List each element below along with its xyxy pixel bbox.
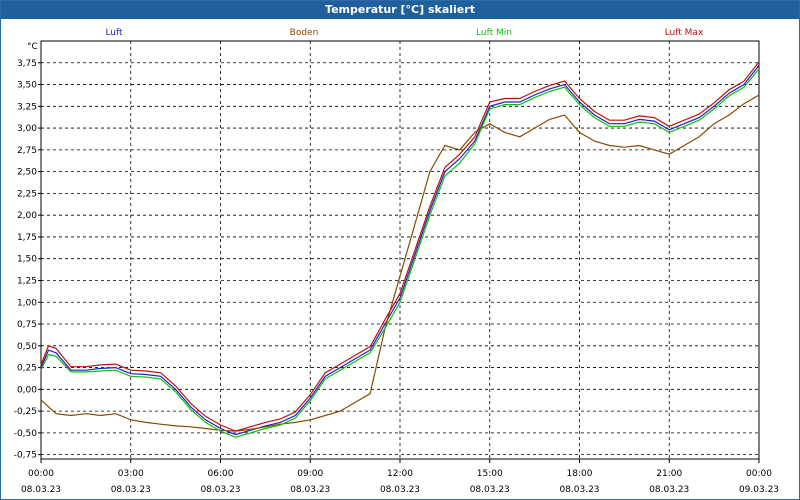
x-tick-time-label: 12:00 [387, 469, 413, 479]
y-tick-label: 0,75 [17, 320, 37, 330]
y-tick-label: -0,25 [14, 407, 37, 417]
x-tick-time-label: 15:00 [477, 469, 503, 479]
y-tick-label: 2,50 [17, 168, 37, 178]
x-tick-time-label: 18:00 [567, 469, 593, 479]
y-axis-unit-label: °C [27, 42, 38, 52]
x-tick-date-label: 08.03.23 [559, 485, 599, 495]
y-tick-label: 3,25 [17, 102, 37, 112]
x-tick-date-label: 08.03.23 [200, 485, 240, 495]
y-tick-label: 0,25 [17, 364, 37, 374]
legend-entry-boden: Boden [290, 28, 319, 38]
x-tick-date-label: 08.03.23 [380, 485, 420, 495]
x-tick-date-label: 08.03.23 [649, 485, 689, 495]
y-tick-label: 3,00 [17, 124, 37, 134]
legend-entry-luft: Luft [105, 28, 123, 38]
x-tick-date-label: 08.03.23 [111, 485, 151, 495]
y-tick-label: 2,00 [17, 211, 37, 221]
legend-entry-luft-min: Luft Min [476, 28, 512, 38]
y-tick-label: -0,75 [14, 451, 37, 461]
x-tick-date-label: 09.03.23 [739, 485, 779, 495]
y-tick-label: 1,75 [17, 233, 37, 243]
chart-canvas: -0,75 -0,50 -0,25 0,00 0,25 0,50 0,75 1,00 1,25 1… [14, 28, 779, 495]
y-tick-label: 3,50 [17, 81, 37, 91]
y-tick-label: -0,50 [14, 429, 38, 439]
y-tick-label: 1,00 [17, 298, 37, 308]
legend-entry-luft-max: Luft Max [665, 28, 704, 38]
chart-window: Temperatur [°C] skaliert -0,75 -0,50 -0,25… [0, 0, 800, 500]
x-tick-date-label: 08.03.23 [290, 485, 330, 495]
y-tick-label: 1,25 [17, 276, 37, 286]
x-tick-time-label: 21:00 [656, 469, 682, 479]
y-tick-label: 0,50 [17, 342, 37, 352]
x-tick-time-label: 00:00 [28, 469, 54, 479]
x-tick-time-label: 06:00 [208, 469, 234, 479]
y-tick-label: 2,25 [17, 189, 37, 199]
x-tick-date-label: 08.03.23 [21, 485, 61, 495]
x-tick-time-label: 03:00 [118, 469, 144, 479]
y-tick-label: 2,75 [17, 146, 37, 156]
y-tick-label: 0,00 [17, 385, 37, 395]
chart-title: Temperatur [°C] skaliert [1, 1, 799, 19]
x-tick-date-label: 08.03.23 [470, 485, 510, 495]
y-tick-label: 3,75 [17, 59, 37, 69]
x-tick-time-label: 00:00 [746, 469, 772, 479]
x-tick-time-label: 09:00 [297, 469, 323, 479]
y-tick-label: 1,50 [17, 255, 37, 265]
